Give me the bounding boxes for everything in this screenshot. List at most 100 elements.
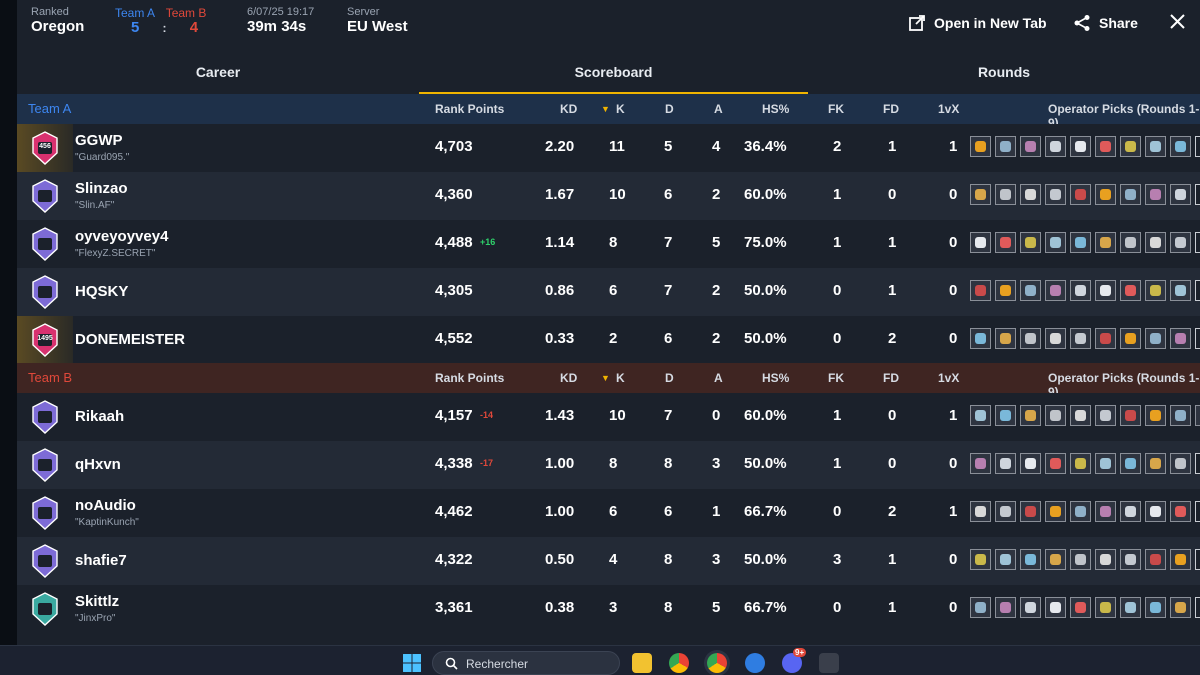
- operator-icon[interactable]: [1145, 232, 1166, 253]
- file-explorer-icon[interactable]: [632, 653, 652, 673]
- operator-icon[interactable]: [1120, 501, 1141, 522]
- operator-icon[interactable]: [1020, 184, 1041, 205]
- operator-icon[interactable]: [1120, 405, 1141, 426]
- operator-icon[interactable]: [1195, 405, 1200, 426]
- operator-icon[interactable]: [1020, 405, 1041, 426]
- operator-icon[interactable]: [1070, 549, 1091, 570]
- operator-icon[interactable]: [1095, 501, 1116, 522]
- operator-icon[interactable]: [1120, 328, 1141, 349]
- chrome-icon[interactable]: [669, 653, 689, 673]
- unknown-operator-icon[interactable]: ?: [1195, 501, 1200, 522]
- operator-icon[interactable]: [1070, 280, 1091, 301]
- operator-icon[interactable]: [1120, 136, 1141, 157]
- operator-icon[interactable]: [1045, 405, 1066, 426]
- operator-icon[interactable]: [1145, 328, 1166, 349]
- operator-icon[interactable]: [1020, 453, 1041, 474]
- operator-icon[interactable]: [1095, 280, 1116, 301]
- unknown-operator-icon[interactable]: ?: [1195, 232, 1200, 253]
- col-kd[interactable]: KD: [560, 102, 577, 116]
- operator-icon[interactable]: [970, 232, 991, 253]
- operator-icon[interactable]: [1120, 280, 1141, 301]
- operator-icon[interactable]: [1070, 136, 1091, 157]
- operator-icon[interactable]: [1070, 453, 1091, 474]
- operator-icon[interactable]: [1020, 280, 1041, 301]
- operator-icon[interactable]: [970, 405, 991, 426]
- operator-icon[interactable]: [1045, 549, 1066, 570]
- operator-icon[interactable]: [1045, 136, 1066, 157]
- player-name[interactable]: noAudio: [75, 497, 136, 514]
- player-name[interactable]: shafie7: [75, 552, 127, 569]
- col-hs[interactable]: HS%: [762, 371, 789, 385]
- operator-icon[interactable]: [1070, 405, 1091, 426]
- operator-icon[interactable]: [1020, 597, 1041, 618]
- operator-icon[interactable]: [995, 328, 1016, 349]
- unknown-operator-icon[interactable]: ?: [1195, 280, 1200, 301]
- operator-icon[interactable]: [1020, 232, 1041, 253]
- tab-scoreboard[interactable]: Scoreboard: [419, 52, 808, 94]
- operator-icon[interactable]: [1045, 453, 1066, 474]
- player-row[interactable]: shafie7 4,322 0.50 4 8 3 50.0% 3 1 0?: [17, 537, 1200, 585]
- operator-icon[interactable]: [1170, 405, 1191, 426]
- operator-icon[interactable]: [1145, 453, 1166, 474]
- operator-icon[interactable]: [1095, 549, 1116, 570]
- operator-icon[interactable]: [970, 549, 991, 570]
- col-k[interactable]: K: [616, 102, 625, 116]
- operator-icon[interactable]: [1170, 549, 1191, 570]
- operator-icon[interactable]: [970, 328, 991, 349]
- operator-icon[interactable]: [1070, 501, 1091, 522]
- operator-icon[interactable]: [995, 549, 1016, 570]
- operator-icon[interactable]: [1020, 136, 1041, 157]
- tab-rounds[interactable]: Rounds: [808, 52, 1200, 94]
- operator-icon[interactable]: [970, 280, 991, 301]
- operator-icon[interactable]: [1070, 184, 1091, 205]
- app-icon[interactable]: [745, 653, 765, 673]
- col-a[interactable]: A: [714, 371, 723, 385]
- player-row[interactable]: HQSKY 4,305 0.86 6 7 2 50.0% 0 1 0?: [17, 268, 1200, 316]
- player-name[interactable]: qHxvn: [75, 456, 121, 473]
- player-row[interactable]: noAudio "KaptinKunch" 4,462 1.00 6 6 1 66.7% 0 2 1…: [17, 489, 1200, 537]
- player-row[interactable]: oyveyoyvey4 "FlexyZ.SECRET" 4,488 1.14 8 7 5 75…: [17, 220, 1200, 268]
- operator-icon[interactable]: [970, 501, 991, 522]
- unknown-operator-icon[interactable]: ?: [1195, 597, 1200, 618]
- player-name[interactable]: DONEMEISTER: [75, 331, 185, 348]
- player-row[interactable]: Skittlz "JinxPro" 3,361 0.38 3 8 5 66.7% 0 1 0?: [17, 585, 1200, 633]
- operator-icon[interactable]: [995, 597, 1016, 618]
- operator-icon[interactable]: [1020, 328, 1041, 349]
- game-app-icon[interactable]: [819, 653, 839, 673]
- operator-icon[interactable]: [1045, 280, 1066, 301]
- operator-icon[interactable]: [995, 280, 1016, 301]
- col-1vx[interactable]: 1vX: [938, 371, 959, 385]
- operator-icon[interactable]: [1095, 136, 1116, 157]
- operator-icon[interactable]: [1045, 184, 1066, 205]
- operator-icon[interactable]: [1170, 453, 1191, 474]
- col-rank-points[interactable]: Rank Points: [435, 371, 504, 385]
- discord-icon[interactable]: 9+: [782, 648, 807, 673]
- operator-icon[interactable]: [1120, 549, 1141, 570]
- player-row[interactable]: 456GGWP"Guard095."4,7032.20115436.4%211?: [17, 124, 1200, 172]
- operator-icon[interactable]: [1170, 184, 1191, 205]
- unknown-operator-icon[interactable]: ?: [1195, 453, 1200, 474]
- col-d[interactable]: D: [665, 371, 674, 385]
- operator-icon[interactable]: [1120, 453, 1141, 474]
- player-name[interactable]: Rikaah: [75, 408, 124, 425]
- player-row[interactable]: qHxvn 4,338 1.00 8 8 3 50.0% 1 0 0 -17?: [17, 441, 1200, 489]
- operator-icon[interactable]: [970, 136, 991, 157]
- operator-icon[interactable]: [995, 184, 1016, 205]
- operator-icon[interactable]: [1020, 549, 1041, 570]
- operator-icon[interactable]: [1120, 597, 1141, 618]
- col-fk[interactable]: FK: [828, 102, 844, 116]
- open-new-tab-button[interactable]: Open in New Tab: [908, 14, 1047, 32]
- player-row[interactable]: Rikaah 4,157 1.43 10 7 0 60.0% 1 0 1 -14: [17, 393, 1200, 441]
- operator-icon[interactable]: [1170, 597, 1191, 618]
- operator-icon[interactable]: [1170, 501, 1191, 522]
- col-a[interactable]: A: [714, 102, 723, 116]
- operator-icon[interactable]: [1145, 280, 1166, 301]
- share-button[interactable]: Share: [1073, 14, 1138, 32]
- operator-icon[interactable]: [1120, 184, 1141, 205]
- operator-icon[interactable]: [1095, 453, 1116, 474]
- operator-icon[interactable]: [995, 453, 1016, 474]
- col-fd[interactable]: FD: [883, 371, 899, 385]
- operator-icon[interactable]: [970, 453, 991, 474]
- player-name[interactable]: GGWP: [75, 132, 123, 149]
- operator-icon[interactable]: [1095, 405, 1116, 426]
